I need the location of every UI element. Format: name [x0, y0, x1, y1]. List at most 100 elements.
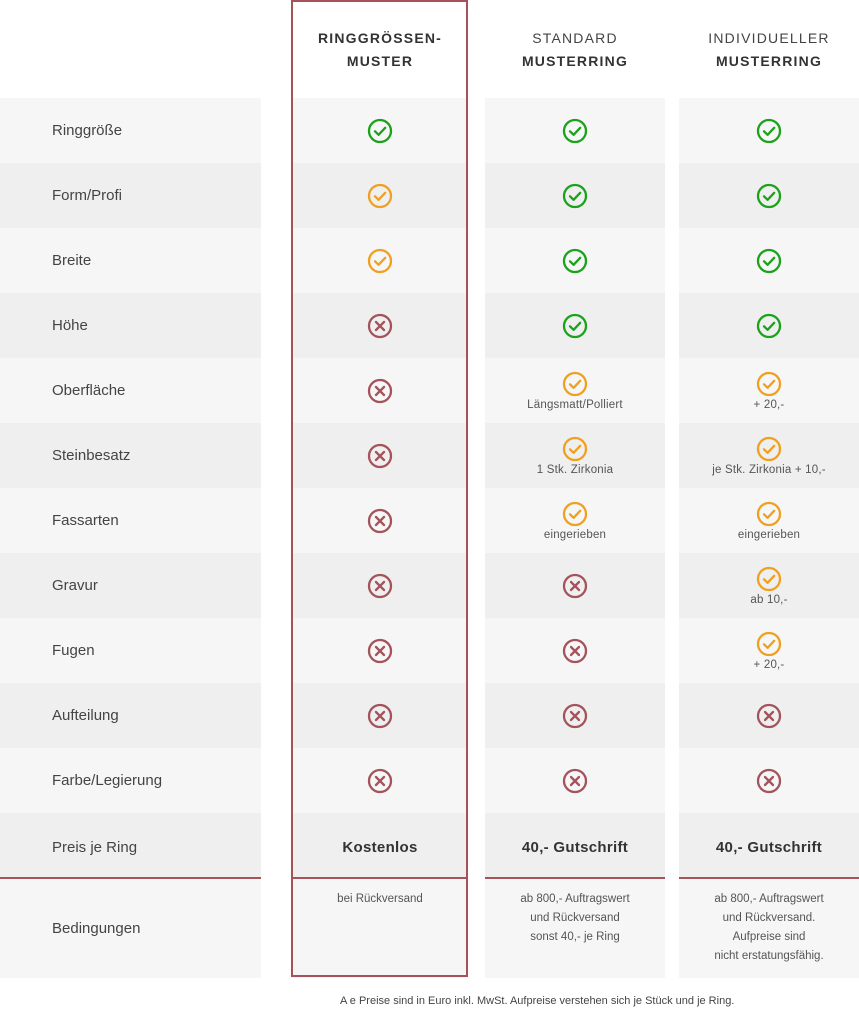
conditions-line: und Rückversand. — [722, 912, 816, 924]
cell-note: ab 10,- — [750, 593, 788, 606]
cross-circle-icon — [367, 508, 393, 534]
row-bg-label — [0, 683, 261, 748]
row-label: Aufteilung — [52, 707, 119, 724]
cell-note: je Stk. Zirkonia + 10,- — [712, 463, 826, 476]
feature-cell: eingerieben — [679, 488, 859, 553]
conditions-line: bei Rückversand — [337, 893, 423, 905]
cross-circle-icon — [367, 703, 393, 729]
check-circle-green-icon — [562, 313, 588, 339]
row-label: Form/Profi — [52, 187, 123, 204]
price-value: Kostenlos — [342, 839, 418, 856]
row-bg-label — [0, 98, 261, 163]
feature-cell — [485, 293, 665, 358]
cross-circle-icon — [367, 313, 393, 339]
conditions-line: sonst 40,- je Ring — [530, 931, 620, 943]
feature-cell — [485, 748, 665, 813]
feature-cell: ab 10,- — [679, 553, 859, 618]
cross-circle-icon — [562, 573, 588, 599]
check-circle-orange-icon — [562, 501, 588, 527]
check-circle-orange-icon — [562, 436, 588, 462]
feature-cell — [485, 163, 665, 228]
check-circle-green-icon — [367, 118, 393, 144]
column-header-3: INDIVIDUELLER MUSTERRING — [679, 0, 859, 98]
cross-circle-icon — [367, 768, 393, 794]
feature-cell — [292, 618, 468, 683]
feature-cell — [292, 228, 468, 293]
check-circle-green-icon — [756, 183, 782, 209]
cross-circle-icon — [367, 573, 393, 599]
check-circle-green-icon — [756, 248, 782, 274]
row-label: Fassarten — [52, 512, 119, 529]
check-circle-orange-icon — [756, 631, 782, 657]
feature-cell — [292, 748, 468, 813]
cross-circle-icon — [367, 443, 393, 469]
cross-circle-icon — [562, 768, 588, 794]
feature-cell — [485, 618, 665, 683]
column-header-line1: STANDARD — [532, 30, 618, 46]
check-circle-orange-icon — [756, 371, 782, 397]
feature-cell — [679, 293, 859, 358]
column-header-2: STANDARD MUSTERRING — [485, 0, 665, 98]
cell-note: Längsmatt/Polliert — [527, 398, 623, 411]
feature-cell — [485, 553, 665, 618]
conditions-value: ab 800,- Auftragswert und Rückversand. Auf… — [679, 890, 859, 966]
feature-cell — [292, 163, 468, 228]
row-label: Fugen — [52, 642, 95, 659]
check-circle-green-icon — [562, 118, 588, 144]
price-label: Preis je Ring — [52, 839, 138, 856]
column-header-1: RINGGRÖSSEN- MUSTER — [292, 0, 468, 98]
conditions-line: ab 800,- Auftragswert — [520, 893, 630, 905]
feature-cell — [679, 228, 859, 293]
row-bg-label — [0, 358, 261, 423]
conditions-value: ab 800,- Auftragswert und Rückversand sons… — [485, 890, 665, 947]
feature-cell: + 20,- — [679, 358, 859, 423]
price-value: 40,- Gutschrift — [715, 839, 823, 856]
conditions-line: nicht erstatungsfähig. — [714, 950, 824, 962]
check-circle-green-icon — [562, 183, 588, 209]
footnote: A e Preise sind in Euro inkl. MwSt. Aufp… — [340, 995, 735, 1007]
check-circle-green-icon — [562, 248, 588, 274]
cell-note: + 20,- — [753, 658, 785, 671]
feature-cell — [679, 163, 859, 228]
conditions-value: bei Rückversand — [292, 890, 468, 909]
check-circle-green-icon — [756, 313, 782, 339]
row-label: Höhe — [52, 317, 88, 334]
feature-cell — [292, 423, 468, 488]
feature-cell — [679, 748, 859, 813]
feature-cell — [679, 98, 859, 163]
row-label: Oberfläche — [52, 382, 126, 399]
row-bg-label — [0, 553, 261, 618]
conditions-line: ab 800,- Auftragswert — [714, 893, 824, 905]
feature-cell — [485, 683, 665, 748]
row-label: Gravur — [52, 577, 98, 594]
row-bg-label — [0, 163, 261, 228]
conditions-line: und Rückversand — [530, 912, 620, 924]
feature-cell: + 20,- — [679, 618, 859, 683]
price-value: 40,- Gutschrift — [521, 839, 629, 856]
cross-circle-icon — [756, 768, 782, 794]
column-header-line1: RINGGRÖSSEN- — [317, 30, 443, 46]
cross-circle-icon — [562, 638, 588, 664]
row-bg-label — [0, 228, 261, 293]
check-circle-orange-icon — [756, 436, 782, 462]
feature-cell: 1 Stk. Zirkonia — [485, 423, 665, 488]
row-bg-label — [0, 423, 261, 488]
feature-cell — [485, 228, 665, 293]
conditions-line: Aufpreise sind — [732, 931, 806, 943]
feature-cell — [292, 98, 468, 163]
column-header-line2: MUSTER — [346, 53, 414, 69]
check-circle-green-icon — [756, 118, 782, 144]
conditions-label: Bedingungen — [52, 920, 141, 937]
row-label: Steinbesatz — [52, 447, 131, 464]
cross-circle-icon — [562, 703, 588, 729]
column-header-line1: INDIVIDUELLER — [708, 30, 830, 46]
row-bg-label — [0, 293, 261, 358]
cell-note: eingerieben — [543, 528, 607, 541]
column-header-line2: MUSTERRING — [715, 53, 823, 69]
feature-cell — [485, 98, 665, 163]
feature-cell — [679, 683, 859, 748]
cross-circle-icon — [367, 378, 393, 404]
row-bg-label — [0, 618, 261, 683]
feature-cell — [292, 488, 468, 553]
feature-cell: Längsmatt/Polliert — [485, 358, 665, 423]
